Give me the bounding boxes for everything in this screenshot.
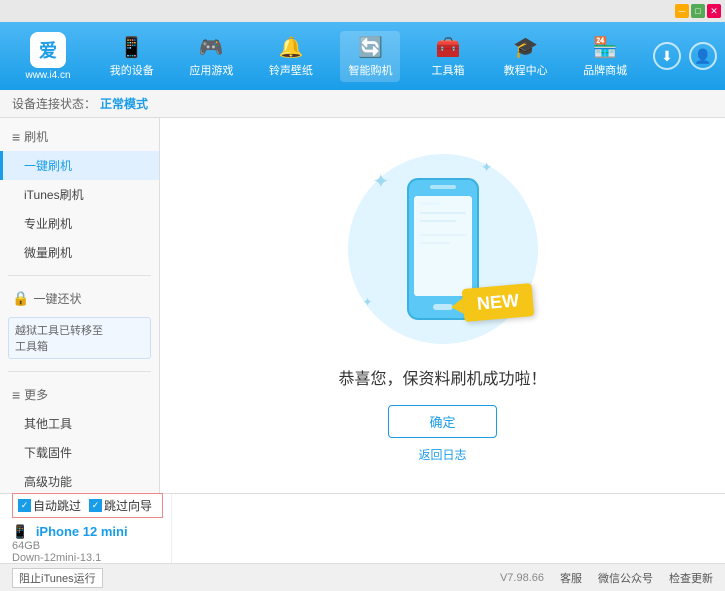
nav-items: 📱 我的设备 🎮 应用游戏 🔔 铃声壁纸 🔄 智能购机 🧰 工具箱 🎓 教程中心… <box>92 31 645 82</box>
sidebar-item-other-tools[interactable]: 其他工具 <box>0 409 159 438</box>
device-left: 自动跳过 跳过向导 📱 iPhone 12 mini 64GB Down-12m… <box>12 494 172 563</box>
footer-link-check-update[interactable]: 检查更新 <box>669 570 713 586</box>
checkbox-item-skip-wizard[interactable]: 跳过向导 <box>89 497 152 514</box>
sidebar-section-header-restore: 🔒 一键还状 <box>0 284 159 313</box>
sidebar-section-icon-restore: 🔒 <box>12 290 29 307</box>
status-value: 正常模式 <box>100 95 148 112</box>
nav-item-apps-games[interactable]: 🎮 应用游戏 <box>181 31 241 82</box>
logo-text: www.i4.cn <box>25 70 70 81</box>
sidebar-item-itunes-flash[interactable]: iTunes刷机 <box>0 180 159 209</box>
nav-item-tools[interactable]: 🧰 工具箱 <box>420 31 476 82</box>
status-bar: 设备连接状态： 正常模式 <box>0 90 725 118</box>
nav-icon-my-device: 📱 <box>119 35 144 60</box>
device-version: Down-12mini-13.1 <box>12 552 163 564</box>
device-name-text: iPhone 12 mini <box>36 524 128 539</box>
nav-label-smart-shop: 智能购机 <box>348 62 392 78</box>
sidebar: ≡ 刷机 一键刷机 iTunes刷机 专业刷机 微量刷机 🔒 一键还状 越狱工具… <box>0 118 160 493</box>
footer-link-customer-service[interactable]: 客服 <box>560 570 582 586</box>
checkbox-skip-wizard[interactable] <box>89 499 102 512</box>
nav-item-brand-store[interactable]: 🏪 品牌商城 <box>575 31 635 82</box>
sparkle-2: ✦ <box>481 159 493 176</box>
nav-icon-tutorials: 🎓 <box>513 35 538 60</box>
device-phone-icon: 📱 <box>12 524 28 539</box>
checkbox-auto-skip[interactable] <box>18 499 31 512</box>
nav-icon-ringtones: 🔔 <box>278 35 303 60</box>
success-text: 恭喜您，保资料刷机成功啦！ <box>338 365 546 389</box>
sidebar-section-label-restore: 一键还状 <box>33 290 81 307</box>
device-info: 📱 iPhone 12 mini 64GB Down-12mini-13.1 <box>12 524 163 564</box>
sidebar-divider-1 <box>8 275 151 276</box>
nav-label-tools: 工具箱 <box>432 62 465 78</box>
nav-label-tutorials: 教程中心 <box>504 62 548 78</box>
header: 爱 www.i4.cn 📱 我的设备 🎮 应用游戏 🔔 铃声壁纸 🔄 智能购机 … <box>0 22 725 90</box>
status-label: 设备连接状态： <box>12 95 96 112</box>
nav-right: ⬇ 👤 <box>653 42 717 70</box>
nav-label-ringtones: 铃声壁纸 <box>269 62 313 78</box>
nav-label-my-device: 我的设备 <box>110 62 154 78</box>
phone-illustration: ✦ ✦ ✦ NEW <box>343 149 543 349</box>
main-layout: ≡ 刷机 一键刷机 iTunes刷机 专业刷机 微量刷机 🔒 一键还状 越狱工具… <box>0 118 725 493</box>
sidebar-section-header-flash: ≡ 刷机 <box>0 122 159 151</box>
sidebar-section-header-more: ≡ 更多 <box>0 380 159 409</box>
sidebar-note-jailbreak: 越狱工具已转移至工具箱 <box>8 317 151 359</box>
nav-icon-tools: 🧰 <box>436 35 461 60</box>
confirm-button[interactable]: 确定 <box>388 405 496 438</box>
footer-version: V7.98.66 <box>500 572 544 584</box>
nav-icon-brand-store: 🏪 <box>593 35 618 60</box>
itunes-button[interactable]: 阻止iTunes运行 <box>12 568 103 588</box>
title-bar: ─ □ ✕ <box>0 0 725 22</box>
device-name: 📱 iPhone 12 mini <box>12 524 163 540</box>
footer-link-wechat[interactable]: 微信公众号 <box>598 570 653 586</box>
nav-item-my-device[interactable]: 📱 我的设备 <box>102 31 162 82</box>
sidebar-section-restore: 🔒 一键还状 越狱工具已转移至工具箱 <box>0 280 159 367</box>
sidebar-item-one-key-flash[interactable]: 一键刷机 <box>0 151 159 180</box>
sidebar-divider-2 <box>8 371 151 372</box>
nav-item-tutorials[interactable]: 🎓 教程中心 <box>496 31 556 82</box>
new-badge: NEW <box>461 283 534 322</box>
nav-icon-apps-games: 🎮 <box>199 35 224 60</box>
sidebar-section-flash: ≡ 刷机 一键刷机 iTunes刷机 专业刷机 微量刷机 <box>0 118 159 271</box>
footer-right: V7.98.66 客服 微信公众号 检查更新 <box>500 570 713 586</box>
maximize-button[interactable]: □ <box>691 4 705 18</box>
sidebar-section-icon-more: ≡ <box>12 387 20 403</box>
logo[interactable]: 爱 www.i4.cn <box>8 32 88 81</box>
nav-item-smart-shop[interactable]: 🔄 智能购机 <box>340 31 400 82</box>
sidebar-item-advanced[interactable]: 高级功能 <box>0 467 159 493</box>
nav-item-ringtones[interactable]: 🔔 铃声壁纸 <box>261 31 321 82</box>
device-storage: 64GB <box>12 540 163 552</box>
sidebar-section-more: ≡ 更多 其他工具 下载固件 高级功能 <box>0 376 159 493</box>
nav-label-apps-games: 应用游戏 <box>189 62 233 78</box>
logo-icon: 爱 <box>30 32 66 68</box>
sidebar-item-micro-flash[interactable]: 微量刷机 <box>0 238 159 267</box>
sidebar-section-label-more: 更多 <box>24 386 48 403</box>
device-bar: 自动跳过 跳过向导 📱 iPhone 12 mini 64GB Down-12m… <box>0 493 725 563</box>
account-button[interactable]: 👤 <box>689 42 717 70</box>
sidebar-section-label-flash: 刷机 <box>24 128 48 145</box>
close-button[interactable]: ✕ <box>707 4 721 18</box>
sparkle-1: ✦ <box>373 169 390 194</box>
checkbox-label-skip-wizard: 跳过向导 <box>104 497 152 514</box>
sidebar-section-icon-flash: ≡ <box>12 129 20 145</box>
footer: 阻止iTunes运行 V7.98.66 客服 微信公众号 检查更新 <box>0 563 725 591</box>
checkbox-section: 自动跳过 跳过向导 <box>12 493 163 518</box>
sparkle-3: ✦ <box>363 295 373 309</box>
download-button[interactable]: ⬇ <box>653 42 681 70</box>
minimize-button[interactable]: ─ <box>675 4 689 18</box>
back-link[interactable]: 返回日志 <box>418 446 466 463</box>
content-area: ✦ ✦ ✦ NEW 恭喜您，保资料刷机 <box>160 118 725 493</box>
sidebar-item-pro-flash[interactable]: 专业刷机 <box>0 209 159 238</box>
nav-icon-smart-shop: 🔄 <box>358 35 383 60</box>
footer-left: 阻止iTunes运行 <box>12 568 103 588</box>
checkbox-item-auto-skip[interactable]: 自动跳过 <box>18 497 81 514</box>
nav-label-brand-store: 品牌商城 <box>583 62 627 78</box>
sidebar-item-download-firmware[interactable]: 下载固件 <box>0 438 159 467</box>
checkbox-label-auto-skip: 自动跳过 <box>33 497 81 514</box>
